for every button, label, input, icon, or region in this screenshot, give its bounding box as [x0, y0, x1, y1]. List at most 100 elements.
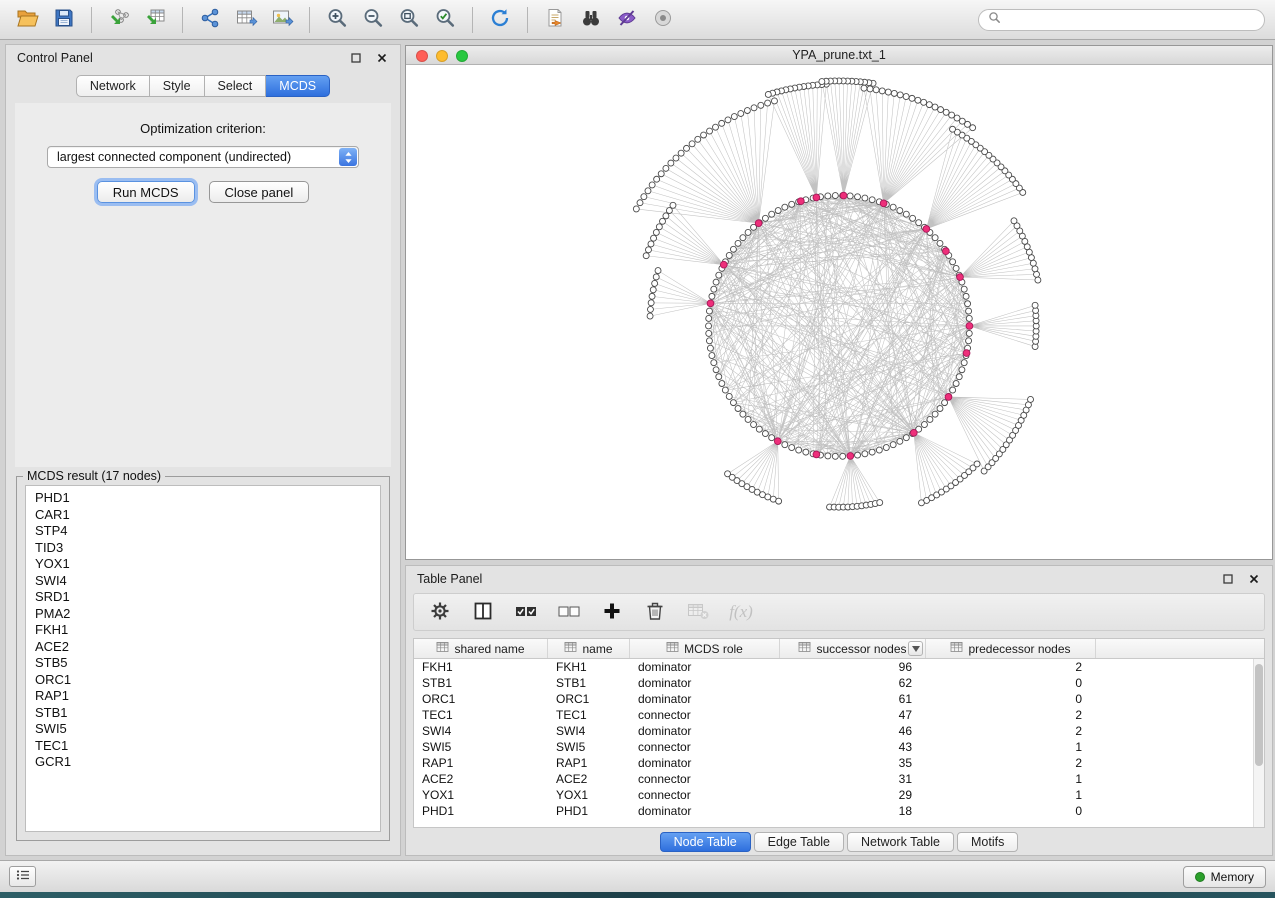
mcds-result-list[interactable]: PHD1CAR1STP4TID3YOX1SWI4SRD1PMA2FKH1ACE2… [25, 485, 381, 832]
table-row[interactable]: STB1STB1dominator620 [414, 675, 1253, 691]
table-row[interactable]: FKH1FKH1dominator962 [414, 659, 1253, 675]
control-panel-close-button[interactable] [375, 51, 389, 65]
cell-name: SWI5 [548, 739, 630, 755]
tab-edge-table[interactable]: Edge Table [754, 832, 844, 852]
column-header-successor-nodes[interactable]: successor nodes [780, 639, 926, 658]
sort-combo-icon[interactable] [908, 641, 923, 656]
binoculars-button[interactable] [573, 5, 609, 35]
mcds-result-item[interactable]: PHD1 [35, 490, 371, 507]
import-table-button[interactable] [137, 5, 173, 35]
criterion-select[interactable]: largest connected component (undirected) [47, 146, 359, 168]
delete-row-button[interactable] [642, 599, 668, 625]
mcds-result-item[interactable]: SWI4 [35, 573, 371, 590]
split-column-button[interactable] [470, 599, 496, 625]
close-panel-button[interactable]: Close panel [209, 181, 310, 203]
cell-predecessor-nodes: 2 [926, 659, 1096, 675]
column-label: name [582, 642, 612, 656]
cell-shared-name: SWI5 [414, 739, 548, 755]
search-box[interactable] [978, 9, 1265, 31]
open-file-button[interactable] [10, 5, 46, 35]
share-document-button[interactable] [537, 5, 573, 35]
show-graphics-button[interactable] [645, 5, 681, 35]
window-minimize-button[interactable] [436, 50, 448, 62]
column-header-mcds-role[interactable]: MCDS role [630, 639, 780, 658]
tab-mcds[interactable]: MCDS [266, 75, 330, 97]
mcds-result-item[interactable]: ACE2 [35, 639, 371, 656]
zoom-out-icon [362, 7, 384, 32]
tab-network-table[interactable]: Network Table [847, 832, 954, 852]
mcds-result-item[interactable]: FKH1 [35, 622, 371, 639]
cell-successor-nodes: 18 [780, 803, 926, 819]
mcds-result-item[interactable]: GCR1 [35, 754, 371, 771]
mcds-result-group: MCDS result (17 nodes) PHD1CAR1STP4TID3Y… [16, 469, 390, 841]
hide-graphics-button[interactable] [609, 5, 645, 35]
run-mcds-button[interactable]: Run MCDS [97, 181, 195, 203]
cell-shared-name: ACE2 [414, 771, 548, 787]
tab-network[interactable]: Network [76, 75, 150, 97]
table-row[interactable]: ACE2ACE2connector311 [414, 771, 1253, 787]
mcds-result-item[interactable]: STB1 [35, 705, 371, 722]
zoom-out-button[interactable] [355, 5, 391, 35]
refresh-layout-button[interactable] [482, 5, 518, 35]
mcds-result-item[interactable]: STP4 [35, 523, 371, 540]
tab-style[interactable]: Style [150, 75, 205, 97]
column-header-predecessor-nodes[interactable]: predecessor nodes [926, 639, 1096, 658]
tab-node-table[interactable]: Node Table [660, 832, 751, 852]
memory-button[interactable]: Memory [1183, 866, 1266, 888]
export-image-icon [271, 7, 294, 32]
mcds-result-item[interactable]: TEC1 [35, 738, 371, 755]
table-row[interactable]: TEC1TEC1connector472 [414, 707, 1253, 723]
deselect-all-button[interactable] [556, 599, 582, 625]
table-row[interactable]: SWI4SWI4dominator462 [414, 723, 1253, 739]
export-network-button[interactable] [192, 5, 228, 35]
control-panel-tabs: NetworkStyleSelectMCDS [6, 75, 400, 97]
panel-menu-button[interactable] [9, 866, 36, 887]
add-row-button[interactable] [599, 599, 625, 625]
mcds-result-item[interactable]: SWI5 [35, 721, 371, 738]
mcds-result-item[interactable]: SRD1 [35, 589, 371, 606]
table-row[interactable]: SWI5SWI5connector431 [414, 739, 1253, 755]
control-panel-float-button[interactable] [349, 51, 363, 65]
table-tab-bar: Node TableEdge TableNetwork TableMotifs [406, 832, 1272, 852]
toolbar-separator [309, 7, 310, 33]
zoom-selected-button[interactable] [427, 5, 463, 35]
table-row[interactable]: YOX1YOX1connector291 [414, 787, 1253, 803]
export-image-button[interactable] [264, 5, 300, 35]
table-panel-close-button[interactable] [1247, 572, 1261, 586]
mcds-result-item[interactable]: YOX1 [35, 556, 371, 573]
select-all-button[interactable] [513, 599, 539, 625]
table-row[interactable]: PHD1PHD1dominator180 [414, 803, 1253, 819]
network-window: YPA_prune.txt_1 [405, 45, 1273, 560]
window-maximize-button[interactable] [456, 50, 468, 62]
export-table-button[interactable] [228, 5, 264, 35]
mcds-result-item[interactable]: RAP1 [35, 688, 371, 705]
save-session-button[interactable] [46, 5, 82, 35]
mcds-result-item[interactable]: TID3 [35, 540, 371, 557]
mcds-result-item[interactable]: PMA2 [35, 606, 371, 623]
cell-successor-nodes: 31 [780, 771, 926, 787]
table-panel-float-button[interactable] [1221, 572, 1235, 586]
table-column-icon [436, 641, 449, 656]
table-scrollbar[interactable] [1253, 659, 1264, 827]
zoom-in-button[interactable] [319, 5, 355, 35]
delete-table-button [685, 599, 711, 625]
scrollbar-thumb[interactable] [1255, 664, 1263, 766]
table-row[interactable]: RAP1RAP1dominator352 [414, 755, 1253, 771]
network-canvas[interactable] [406, 65, 1272, 559]
cell-predecessor-nodes: 0 [926, 803, 1096, 819]
column-header-name[interactable]: name [548, 639, 630, 658]
tab-select[interactable]: Select [205, 75, 267, 97]
mcds-result-item[interactable]: ORC1 [35, 672, 371, 689]
window-close-button[interactable] [416, 50, 428, 62]
search-input[interactable] [1007, 13, 1255, 27]
mcds-result-item[interactable]: STB5 [35, 655, 371, 672]
table-row[interactable]: ORC1ORC1dominator610 [414, 691, 1253, 707]
mcds-result-item[interactable]: CAR1 [35, 507, 371, 524]
network-window-title: YPA_prune.txt_1 [792, 48, 886, 62]
import-network-button[interactable] [101, 5, 137, 35]
table-settings-button[interactable] [427, 599, 453, 625]
zoom-fit-button[interactable] [391, 5, 427, 35]
delete-row-icon [644, 600, 666, 625]
tab-motifs[interactable]: Motifs [957, 832, 1018, 852]
column-header-shared-name[interactable]: shared name [414, 639, 548, 658]
